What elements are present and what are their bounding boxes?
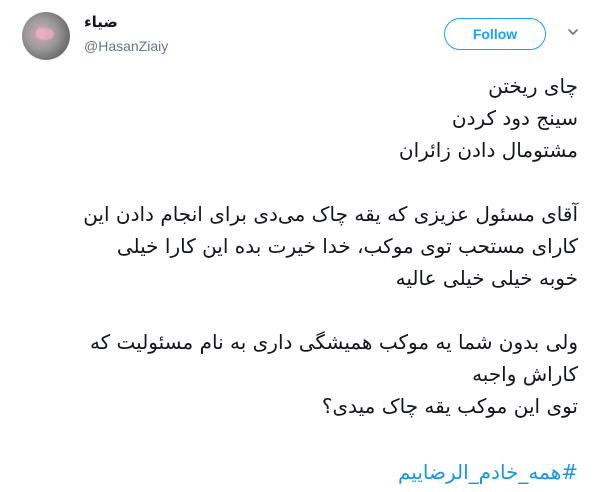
tweet-line: خوبه خیلی خیلی عالیه [395, 266, 578, 290]
tweet-line: ولی بدون شما یه موکب همیشگی داری به نام … [89, 330, 578, 354]
tweet-line: کاراش واجبه [472, 362, 578, 386]
avatar[interactable] [22, 12, 70, 60]
hashtag-link[interactable]: #همه_خادم_الرضاییم [398, 456, 578, 488]
tweet-line: آقای مسئول عزیزی که یقه چاک می‌دی برای ا… [83, 202, 578, 226]
author-handle[interactable]: @HasanZiaiy [84, 38, 168, 54]
tweet-text: چای ریختن سینج دود کردن مشتومال دادن زائ… [18, 70, 578, 422]
follow-button[interactable]: Follow [444, 18, 546, 50]
tweet-line: کارای مستحب توی موکب، خدا خیرت بده این ک… [116, 234, 578, 258]
author-name[interactable]: ضیاء [84, 13, 118, 31]
tweet-header: ضیاء @HasanZiaiy Follow [0, 0, 602, 70]
tweet-line: مشتومال دادن زائران [398, 138, 578, 162]
tweet-line: سینج دود کردن [451, 106, 578, 130]
tweet-line: چای ریختن [488, 74, 578, 98]
chevron-down-icon[interactable] [566, 25, 580, 39]
tweet-line: توی این موکب یقه چاک میدی؟ [321, 394, 578, 418]
